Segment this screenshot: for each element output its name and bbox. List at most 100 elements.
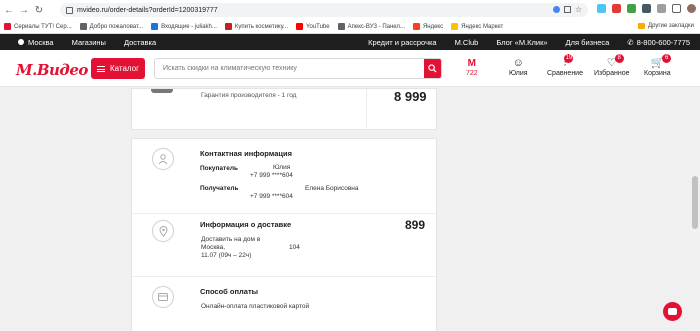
bookmark-label: Яндекс Маркет (461, 23, 504, 30)
search-button[interactable] (424, 59, 441, 78)
card-icon (152, 286, 174, 308)
divider (366, 89, 367, 130)
delivery-address-line: Доставить на дом в (201, 236, 261, 243)
bookmark-label: Купить косметику... (234, 23, 289, 30)
compare-icon: ⫶ 19 (563, 54, 574, 69)
bookmark-favicon-icon (337, 23, 345, 30)
other-bookmarks[interactable]: Другие закладки (638, 23, 694, 29)
forward-icon[interactable]: → (18, 4, 30, 16)
lock-icon (66, 6, 73, 14)
folder-icon (638, 23, 646, 29)
bookmark-favicon-icon (4, 23, 11, 30)
extension-icon-blue[interactable] (597, 4, 606, 13)
recipient-phone: +7 999 ****604 (250, 193, 293, 200)
cart-button[interactable]: 🛒 6 Корзина (644, 54, 672, 77)
delivery-section: Информация о доставке 899 Доставить на д… (132, 214, 436, 277)
page-scrollbar[interactable] (690, 88, 700, 331)
bookmark-label: Яндекс (422, 23, 444, 30)
recipient-label: Получатель (200, 185, 239, 192)
back-icon[interactable]: ← (3, 4, 15, 16)
mclub-link[interactable]: M.Club (455, 38, 479, 47)
user-icon: ☺ (512, 57, 524, 69)
favorites-badge: 8 (614, 54, 624, 63)
bookmark-item[interactable]: Яндекс Маркет (451, 23, 503, 30)
payment-method: Онлайн-оплата пластиковой картой (201, 303, 310, 310)
bookmark-item[interactable]: YouTube (296, 23, 330, 30)
warranty-text: Гарантия производителя - 1 год (201, 92, 297, 99)
puzzle-icon[interactable] (657, 4, 666, 13)
city-selector[interactable]: Москва (18, 38, 54, 47)
compare-badge: 19 (564, 54, 574, 63)
delivery-city: Москва, (201, 244, 225, 251)
bookmark-favicon-icon (224, 23, 232, 30)
sidebar-icon[interactable] (672, 4, 681, 13)
bookmark-favicon-icon (451, 23, 459, 30)
bookmark-item[interactable]: Сериалы ТУТ! Сер... (4, 23, 72, 30)
url-text: mvideo.ru/order-details?orderId=12003197… (77, 6, 218, 14)
stores-link[interactable]: Магазины (72, 38, 106, 47)
bookmark-star-icon[interactable]: ☆ (575, 6, 582, 14)
bookmarks-bar: Сериалы ТУТ! Сер... Добро пожаловат... Вхо… (0, 20, 700, 34)
share-icon[interactable] (564, 6, 571, 13)
bookmark-label: Апекс-ВУЗ - Панел... (347, 23, 405, 30)
site-top-nav: Москва Магазины Доставка Кредит и рассро… (0, 34, 700, 50)
mvideo-logo[interactable]: М.Видео (16, 61, 88, 79)
address-bar[interactable]: mvideo.ru/order-details?orderId=12003197… (60, 3, 588, 17)
reload-icon[interactable]: ↻ (33, 4, 45, 16)
bookmark-favicon-icon (79, 23, 87, 30)
profile-avatar-icon[interactable] (687, 4, 696, 13)
delivery-title: Информация о доставке (200, 220, 292, 229)
chat-icon (668, 308, 677, 315)
bookmark-label: Входящие - juliakh... (161, 23, 217, 30)
bookmark-label: Добро пожаловат... (89, 23, 144, 30)
google-lens-icon[interactable] (553, 6, 560, 13)
product-thumbnail[interactable] (151, 89, 173, 93)
bookmark-label: Сериалы ТУТ! Сер... (14, 23, 72, 30)
phone-icon: ✆ (627, 37, 634, 47)
order-item-card: Гарантия производителя - 1 год 8 999 (131, 88, 437, 130)
extension-icon-green[interactable] (627, 4, 636, 13)
buyer-label: Покупатель (200, 165, 238, 172)
search-box (154, 58, 442, 79)
buyer-phone: +7 999 ****604 (250, 172, 293, 179)
payment-title: Способ оплаты (200, 287, 259, 296)
blog-link[interactable]: Блог «М.Клик» (496, 38, 547, 47)
profile-button[interactable]: ☺ Юлия (509, 57, 528, 77)
site-header: М.Видео Каталог M 722 ☺ Юлия ⫶19 Сравнен… (0, 50, 700, 87)
delivery-house: 104 (289, 244, 300, 251)
contact-section: Контактная информация Покупатель Юлия +7… (132, 139, 436, 214)
catalog-button[interactable]: Каталог (91, 58, 145, 79)
extension-icon-red[interactable] (612, 4, 621, 13)
bookmark-favicon-icon (151, 23, 159, 30)
bookmark-item[interactable]: Входящие - juliakh... (151, 23, 217, 30)
bookmark-item[interactable]: Купить косметику... (224, 23, 289, 30)
business-link[interactable]: Для бизнеса (566, 38, 610, 47)
search-icon (428, 64, 437, 73)
delivery-price: 899 (405, 218, 426, 232)
recipient-name: Елена Борисовна (305, 185, 359, 192)
menu-icon (96, 65, 105, 72)
chat-button[interactable] (663, 302, 682, 321)
bookmark-favicon-icon (296, 23, 304, 30)
bookmark-item[interactable]: Добро пожаловат... (79, 23, 144, 30)
order-info-card: Контактная информация Покупатель Юлия +7… (131, 138, 437, 331)
compare-button[interactable]: ⫶ 19 Сравнение (547, 54, 583, 77)
heart-icon: ♡ 8 (607, 54, 624, 70)
buyer-name: Юлия (273, 164, 291, 171)
extension-icon-dark[interactable] (642, 4, 651, 13)
search-input[interactable] (163, 65, 423, 72)
contact-title: Контактная информация (200, 149, 293, 158)
phone-link[interactable]: ✆ 8-800-600-7775 (627, 38, 690, 47)
scrollbar-thumb[interactable] (692, 176, 698, 229)
cart-badge: 6 (662, 54, 672, 63)
location-pin-icon (18, 39, 24, 45)
favorites-button[interactable]: ♡ 8 Избранное (594, 54, 629, 77)
mclub-icon: M (467, 58, 477, 69)
credit-link[interactable]: Кредит и рассрочка (368, 38, 436, 47)
delivery-link[interactable]: Доставка (124, 38, 156, 47)
bookmark-favicon-icon (412, 23, 420, 30)
bookmark-item[interactable]: Апекс-ВУЗ - Панел... (337, 23, 405, 30)
mclub-points[interactable]: M 722 (466, 57, 478, 77)
delivery-time: 11.07 (09ч – 22ч) (201, 252, 252, 259)
bookmark-item[interactable]: Яндекс (412, 23, 444, 30)
